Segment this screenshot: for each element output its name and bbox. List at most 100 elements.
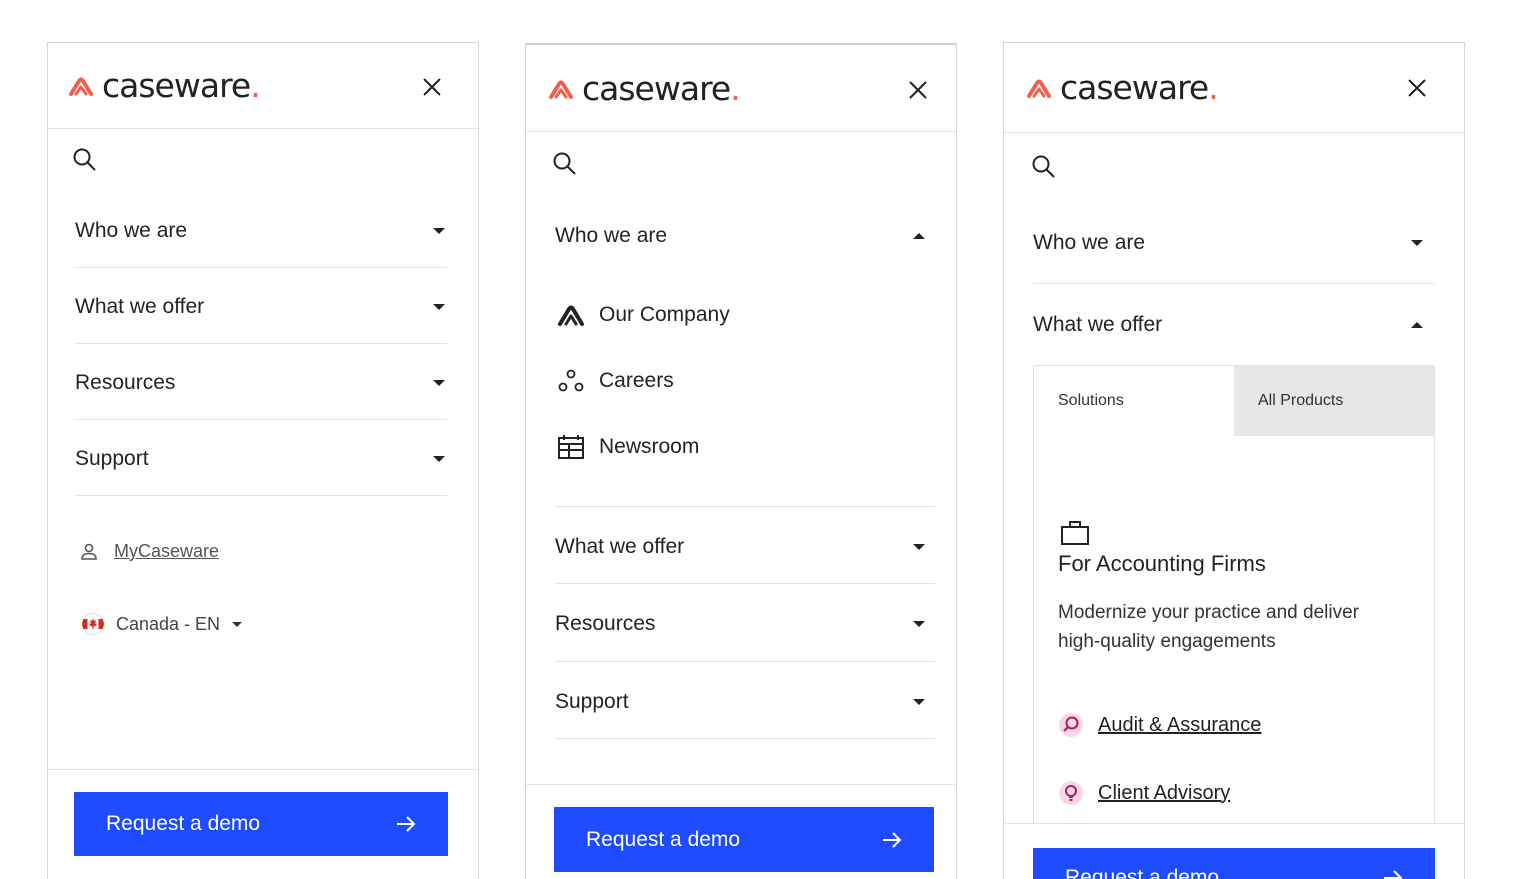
menu-header: caseware. bbox=[526, 45, 956, 132]
chevron-down-icon bbox=[433, 228, 445, 234]
chevron-down-icon bbox=[232, 621, 243, 627]
submenu-newsroom[interactable]: Newsroom bbox=[557, 434, 699, 460]
product-label: Audit & Assurance bbox=[1098, 713, 1262, 736]
tab-all-products[interactable]: All Products bbox=[1234, 366, 1435, 436]
tab-solutions[interactable]: Solutions bbox=[1034, 366, 1234, 436]
chevron-up-icon bbox=[913, 233, 925, 239]
chevron-down-icon bbox=[913, 621, 925, 627]
arrow-right-icon bbox=[397, 816, 416, 832]
request-demo-button[interactable]: Request a demo bbox=[1033, 848, 1435, 879]
chevron-up-icon bbox=[1411, 322, 1423, 328]
product-link-audit[interactable]: Audit & Assurance bbox=[1058, 712, 1261, 738]
nav-label: What we offer bbox=[75, 295, 205, 318]
submenu-label: Careers bbox=[599, 369, 674, 392]
canada-flag-icon bbox=[82, 613, 104, 635]
nav-what-we-offer[interactable]: What we offer bbox=[555, 533, 925, 561]
tab-label: All Products bbox=[1258, 392, 1344, 409]
caseware-logo[interactable]: caseware. bbox=[548, 69, 741, 108]
submenu-label: Our Company bbox=[599, 303, 730, 326]
submenu-label: Newsroom bbox=[599, 435, 700, 458]
nav-who-we-are[interactable]: Who we are bbox=[1033, 229, 1423, 257]
product-label: Client Advisory bbox=[1098, 781, 1231, 804]
mycaseware-link[interactable]: MyCaseware bbox=[80, 541, 219, 562]
nav-what-we-offer[interactable]: What we offer bbox=[75, 293, 445, 321]
nav-label: Who we are bbox=[555, 224, 668, 247]
chevron-down-icon bbox=[433, 380, 445, 386]
briefcase-icon bbox=[1061, 521, 1089, 545]
feature-title: For Accounting Firms bbox=[1058, 551, 1266, 576]
logo-wordmark: caseware. bbox=[1060, 68, 1219, 107]
menu-footer: Request a demo bbox=[48, 769, 478, 879]
chevron-down-icon bbox=[1411, 240, 1423, 246]
caseware-mark-icon bbox=[69, 77, 93, 96]
nav-label: What we offer bbox=[555, 535, 685, 558]
chevron-down-icon bbox=[913, 699, 925, 705]
submenu-our-company[interactable]: Our Company bbox=[557, 303, 730, 327]
divider bbox=[555, 661, 935, 662]
button-label: Request a demo bbox=[586, 827, 741, 851]
button-label: Request a demo bbox=[106, 812, 261, 835]
nav-support[interactable]: Support bbox=[75, 445, 445, 473]
nav-what-we-offer[interactable]: What we offer bbox=[1033, 311, 1423, 339]
caseware-logo[interactable]: caseware. bbox=[1026, 68, 1219, 107]
search-icon[interactable] bbox=[72, 147, 98, 173]
nav-label: Who we are bbox=[1033, 231, 1146, 254]
caseware-mark-icon bbox=[549, 80, 573, 99]
close-icon[interactable] bbox=[420, 75, 444, 99]
mycaseware-label: MyCaseware bbox=[114, 541, 220, 561]
divider bbox=[75, 495, 447, 496]
calendar-icon bbox=[558, 435, 584, 459]
close-icon[interactable] bbox=[906, 78, 930, 102]
mobile-menu-panel-2: caseware. Who we are Our Company Careers bbox=[525, 43, 957, 879]
divider bbox=[555, 738, 935, 739]
logo-wordmark: caseware. bbox=[582, 69, 741, 108]
nav-resources[interactable]: Resources bbox=[75, 369, 445, 397]
chevron-down-icon bbox=[433, 304, 445, 310]
mobile-menu-panel-1: caseware. Who we are What we offer Resou… bbox=[47, 42, 479, 879]
nav-label: Who we are bbox=[75, 219, 188, 242]
divider bbox=[75, 419, 447, 420]
menu-footer: Request a demo bbox=[1004, 823, 1464, 879]
nav-resources[interactable]: Resources bbox=[555, 610, 925, 638]
people-dots-icon bbox=[558, 369, 584, 392]
caseware-logo-icon bbox=[558, 305, 584, 326]
search-icon[interactable] bbox=[1031, 154, 1057, 180]
product-link-client-advisory[interactable]: Client Advisory bbox=[1058, 780, 1230, 806]
nav-label: Support bbox=[555, 690, 629, 713]
divider bbox=[1033, 283, 1435, 284]
chevron-down-icon bbox=[913, 544, 925, 550]
nav-who-we-are[interactable]: Who we are bbox=[555, 222, 925, 250]
close-icon[interactable] bbox=[1405, 76, 1429, 100]
offer-tabs-panel: Solutions All Products For Accounting Fi… bbox=[1033, 365, 1435, 835]
divider bbox=[75, 267, 447, 268]
language-selector[interactable]: Canada - EN bbox=[82, 613, 243, 635]
menu-footer: Request a demo bbox=[526, 784, 956, 879]
arrow-right-icon bbox=[883, 831, 902, 848]
lightbulb-icon bbox=[1059, 781, 1083, 805]
nav-label: What we offer bbox=[1033, 313, 1163, 336]
nav-label: Resources bbox=[555, 612, 656, 635]
chevron-down-icon bbox=[433, 456, 445, 462]
menu-header: caseware. bbox=[48, 43, 478, 129]
nav-support[interactable]: Support bbox=[555, 688, 925, 716]
tab-label: Solutions bbox=[1058, 392, 1124, 409]
divider bbox=[75, 343, 447, 344]
submenu-careers[interactable]: Careers bbox=[557, 368, 674, 394]
search-icon[interactable] bbox=[552, 151, 578, 177]
audit-magnifier-icon bbox=[1059, 713, 1083, 737]
divider bbox=[555, 506, 935, 507]
nav-who-we-are[interactable]: Who we are bbox=[75, 217, 445, 245]
caseware-logo[interactable]: caseware. bbox=[68, 66, 261, 105]
nav-label: Support bbox=[75, 447, 149, 470]
request-demo-button[interactable]: Request a demo bbox=[554, 807, 934, 872]
nav-label: Resources bbox=[75, 371, 176, 394]
arrow-right-icon bbox=[1384, 870, 1403, 879]
language-label: Canada - EN bbox=[116, 613, 221, 634]
feature-description: Modernize your practice and deliver high… bbox=[1058, 602, 1359, 652]
request-demo-button[interactable]: Request a demo bbox=[74, 792, 448, 856]
caseware-mark-icon bbox=[1027, 79, 1051, 98]
divider bbox=[555, 583, 935, 584]
button-label: Request a demo bbox=[1065, 866, 1220, 879]
menu-header: caseware. bbox=[1004, 43, 1464, 133]
logo-wordmark: caseware. bbox=[102, 66, 261, 105]
